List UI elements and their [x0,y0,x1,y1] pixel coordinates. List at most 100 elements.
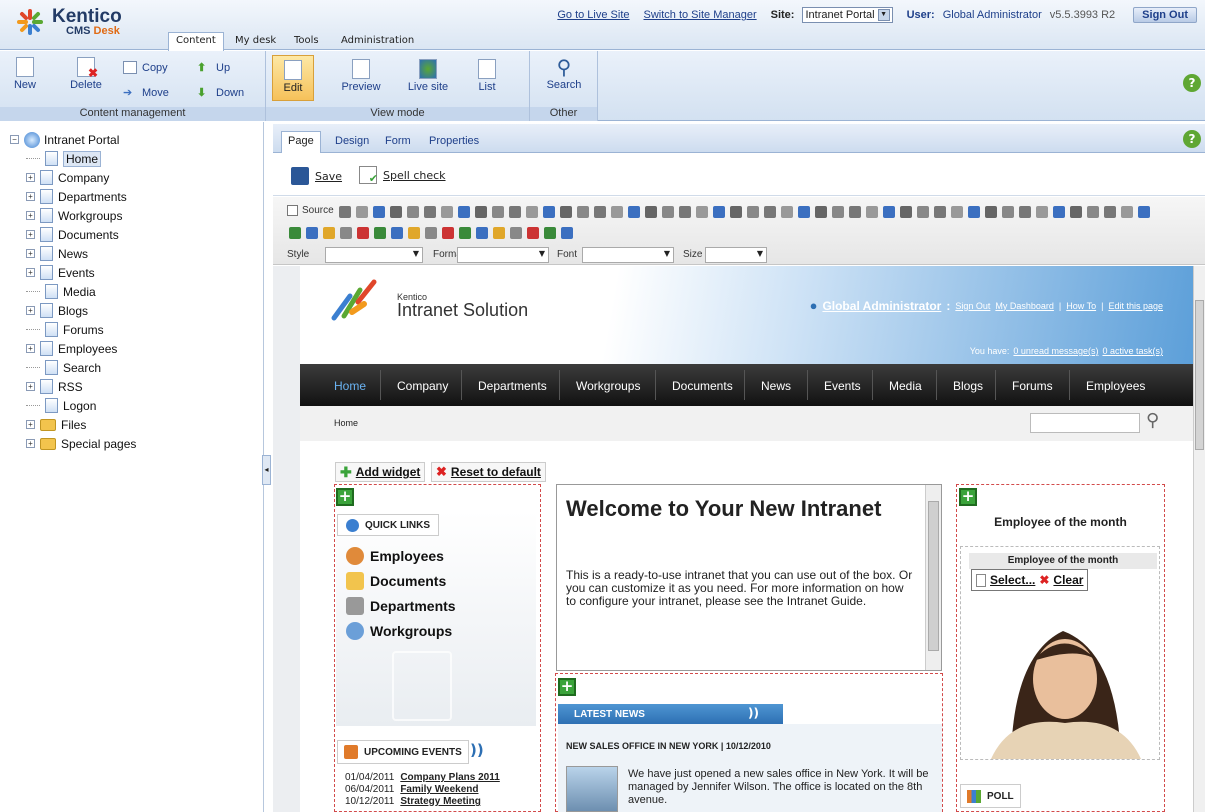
unread-messages-link[interactable]: 0 unread message(s) [1013,346,1098,356]
toolbar-button[interactable] [306,227,318,239]
site-nav-documents[interactable]: Documents [672,379,733,393]
tab-content[interactable]: Content [168,32,224,51]
tab-form[interactable]: Form [379,132,417,153]
toolbar-button[interactable] [510,227,522,239]
reset-default-button[interactable]: ✖ Reset to default [431,462,546,482]
toolbar-button[interactable] [408,227,420,239]
site-nav-workgroups[interactable]: Workgroups [576,379,640,393]
welcome-scrollbar[interactable] [925,485,941,670]
toolbar-button[interactable] [645,206,657,218]
toolbar-button[interactable] [340,227,352,239]
rss-icon[interactable]: )) [470,741,484,759]
toolbar-button[interactable] [883,206,895,218]
sign-out-button[interactable]: Sign Out [1133,7,1197,23]
expand-icon[interactable]: + [26,192,35,201]
toolbar-button[interactable] [781,206,793,218]
delete-button[interactable]: ✖ Delete [64,57,108,91]
expand-icon[interactable]: + [26,268,35,277]
edit-button[interactable]: Edit [272,55,314,101]
tree-item-workgroups[interactable]: + Workgroups [26,206,122,225]
site-nav-forums[interactable]: Forums [1012,379,1053,393]
site-search-input[interactable] [1030,413,1140,433]
tree-item-departments[interactable]: + Departments [26,187,127,206]
tab-page[interactable]: Page [281,131,321,153]
quick-link-workgroups[interactable]: Workgroups [346,622,452,640]
active-tasks-link[interactable]: 0 active task(s) [1102,346,1163,356]
toolbar-button[interactable] [679,206,691,218]
breadcrumb[interactable]: Home [334,418,358,428]
toolbar-button[interactable] [849,206,861,218]
style-select[interactable]: ▼ [325,247,423,263]
toolbar-button[interactable] [798,206,810,218]
toolbar-button[interactable] [339,206,351,218]
tree-item-files[interactable]: + Files [26,415,86,434]
tab-design[interactable]: Design [329,132,375,153]
site-nav-events[interactable]: Events [824,379,861,393]
format-select[interactable]: ▼ [457,247,549,263]
expand-icon[interactable]: + [26,249,35,258]
site-user-link[interactable]: Global Administrator [822,299,941,313]
toolbar-button[interactable] [1053,206,1065,218]
tree-root[interactable]: − Intranet Portal [10,130,119,149]
toolbar-button[interactable] [374,227,386,239]
tree-item-blogs[interactable]: + Blogs [26,301,88,320]
collapse-panel-handle[interactable]: ◂ [262,455,271,485]
tree-item-logon[interactable]: Logon [26,396,96,415]
expand-icon[interactable]: + [26,211,35,220]
toolbar-button[interactable] [373,206,385,218]
down-button[interactable]: ⬇ Down [197,86,244,100]
move-button[interactable]: ➔ Move [123,86,169,100]
toolbar-button[interactable] [594,206,606,218]
event-title[interactable]: Strategy Meeting [400,796,481,807]
list-button[interactable]: List [468,59,506,93]
tree-item-media[interactable]: Media [26,282,96,301]
toolbar-button[interactable] [866,206,878,218]
rss-icon[interactable]: )) [748,706,759,720]
toolbar-button[interactable] [1019,206,1031,218]
toolbar-button[interactable] [323,227,335,239]
expand-icon[interactable]: + [26,230,35,239]
expand-icon[interactable]: + [26,439,35,448]
page-scrollbar[interactable] [1193,266,1205,812]
toolbar-button[interactable] [407,206,419,218]
toolbar-button[interactable] [424,206,436,218]
how-to-link[interactable]: How To [1066,301,1096,311]
toolbar-button[interactable] [628,206,640,218]
toolbar-button[interactable] [561,227,573,239]
tree-item-rss[interactable]: + RSS [26,377,83,396]
site-nav-blogs[interactable]: Blogs [953,379,983,393]
tree-item-special-pages[interactable]: + Special pages [26,434,136,453]
add-widget-button[interactable]: ✚ Add widget [335,462,426,482]
toolbar-button[interactable] [611,206,623,218]
site-nav-media[interactable]: Media [889,379,922,393]
save-button[interactable]: Save [291,167,342,185]
tree-item-company[interactable]: + Company [26,168,109,187]
toolbar-button[interactable] [934,206,946,218]
toolbar-button[interactable] [1002,206,1014,218]
toolbar-button[interactable] [968,206,980,218]
help-icon[interactable]: ? [1183,130,1201,148]
search-button[interactable]: ⚲ Search [540,57,588,91]
live-site-button[interactable]: Live site [400,59,456,93]
site-nav-news[interactable]: News [761,379,791,393]
toolbar-button[interactable] [1121,206,1133,218]
search-icon[interactable]: ⚲ [1146,410,1159,431]
toolbar-button[interactable] [1104,206,1116,218]
toolbar-button[interactable] [441,206,453,218]
my-dashboard-link[interactable]: My Dashboard [995,301,1054,311]
toolbar-button[interactable] [1070,206,1082,218]
toolbar-button[interactable] [917,206,929,218]
quick-link-departments[interactable]: Departments [346,597,456,615]
spell-check-button[interactable]: ✔ Spell check [359,166,446,185]
tab-administration[interactable]: Administration [334,33,421,50]
toolbar-button[interactable] [951,206,963,218]
source-button[interactable]: Source [287,205,334,216]
toolbar-button[interactable] [509,206,521,218]
toolbar-button[interactable] [1138,206,1150,218]
toolbar-button[interactable] [475,206,487,218]
expand-icon[interactable]: + [26,344,35,353]
site-select[interactable]: Intranet Portal ▼ [802,7,893,23]
toolbar-button[interactable] [764,206,776,218]
welcome-editor[interactable]: Welcome to Your New Intranet This is a r… [556,484,942,671]
toolbar-button[interactable] [526,206,538,218]
